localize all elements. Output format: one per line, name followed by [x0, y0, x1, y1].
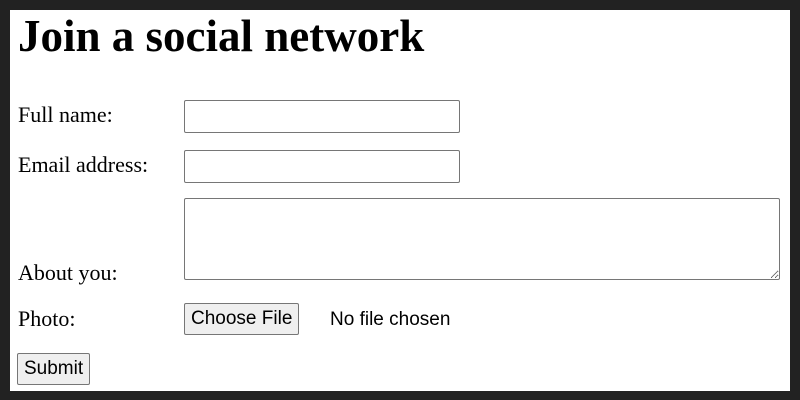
choose-file-button[interactable]: Choose File	[184, 303, 300, 335]
full-name-label: Full name:	[18, 102, 113, 127]
about-you-textarea[interactable]	[184, 198, 780, 280]
about-you-label: About you:	[18, 260, 118, 285]
full-name-field[interactable]	[184, 100, 460, 133]
email-field[interactable]	[184, 150, 460, 183]
page-frame: Join a social network Full name: Email a…	[10, 10, 790, 391]
file-status-text: No file chosen	[330, 309, 451, 330]
page-title: Join a social network	[18, 11, 425, 61]
photo-label: Photo:	[18, 306, 76, 331]
submit-button[interactable]: Submit	[17, 353, 91, 385]
email-address-label: Email address:	[18, 152, 149, 177]
